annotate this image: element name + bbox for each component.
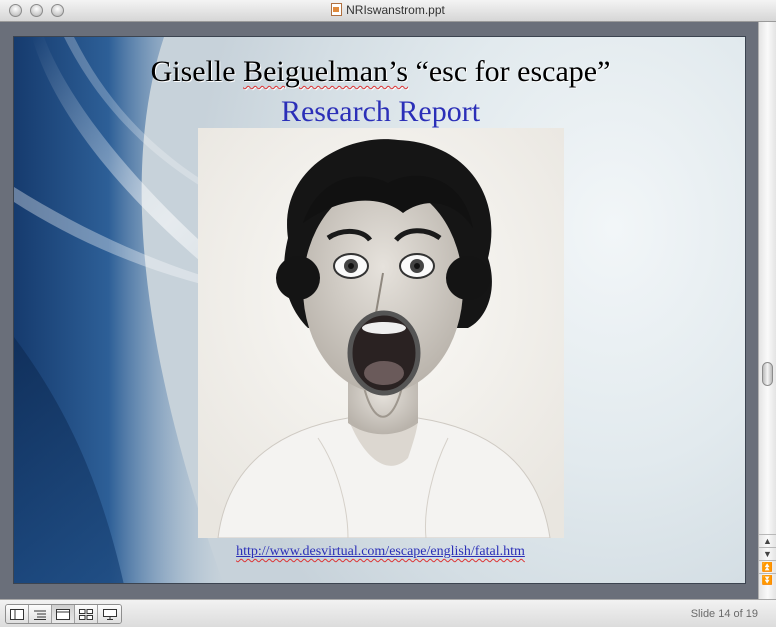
outline-view-icon[interactable] (29, 605, 52, 623)
scroll-down-arrow-icon[interactable]: ▼ (759, 547, 776, 560)
slide-title-name: Beiguelman’s (243, 55, 409, 88)
slide-subtitle[interactable]: Research Report (14, 95, 745, 129)
scroll-up-arrow-icon[interactable]: ▲ (759, 534, 776, 547)
slide-counter: Slide 14 of 19 (690, 608, 758, 620)
window-title-text: NRIswanstrom.ppt (346, 3, 445, 17)
slide-hyperlink-text[interactable]: http://www.desvirtual.com/escape/english… (236, 544, 525, 559)
slide-title[interactable]: Giselle Beiguelman’s “esc for escape” (14, 55, 745, 89)
normal-view-icon[interactable] (6, 605, 29, 623)
slide-show-icon[interactable] (98, 605, 121, 623)
powerpoint-document-icon (331, 3, 343, 16)
vertical-scrollbar[interactable]: ▲ ▼ ⏫ ⏬ (758, 22, 776, 599)
slide-canvas-area: Giselle Beiguelman’s “esc for escape” Re… (0, 22, 758, 599)
next-slide-icon[interactable]: ⏬ (759, 573, 776, 586)
status-bar: Slide 14 of 19 (0, 599, 776, 627)
window-titlebar[interactable]: NRIswanstrom.ppt (0, 0, 776, 22)
screaming-woman-photo[interactable] (198, 128, 564, 538)
slide-view-icon[interactable] (52, 605, 75, 623)
slide-hyperlink[interactable]: http://www.desvirtual.com/escape/english… (14, 544, 745, 560)
window-title: NRIswanstrom.ppt (0, 3, 776, 17)
scrollbar-thumb[interactable] (762, 362, 773, 386)
slide-sorter-icon[interactable] (75, 605, 98, 623)
previous-slide-icon[interactable]: ⏫ (759, 560, 776, 573)
slide-title-suffix: “esc for escape” (408, 55, 611, 88)
slide[interactable]: Giselle Beiguelman’s “esc for escape” Re… (13, 36, 746, 584)
slide-title-prefix: Giselle (150, 55, 244, 88)
view-switcher (5, 604, 122, 624)
